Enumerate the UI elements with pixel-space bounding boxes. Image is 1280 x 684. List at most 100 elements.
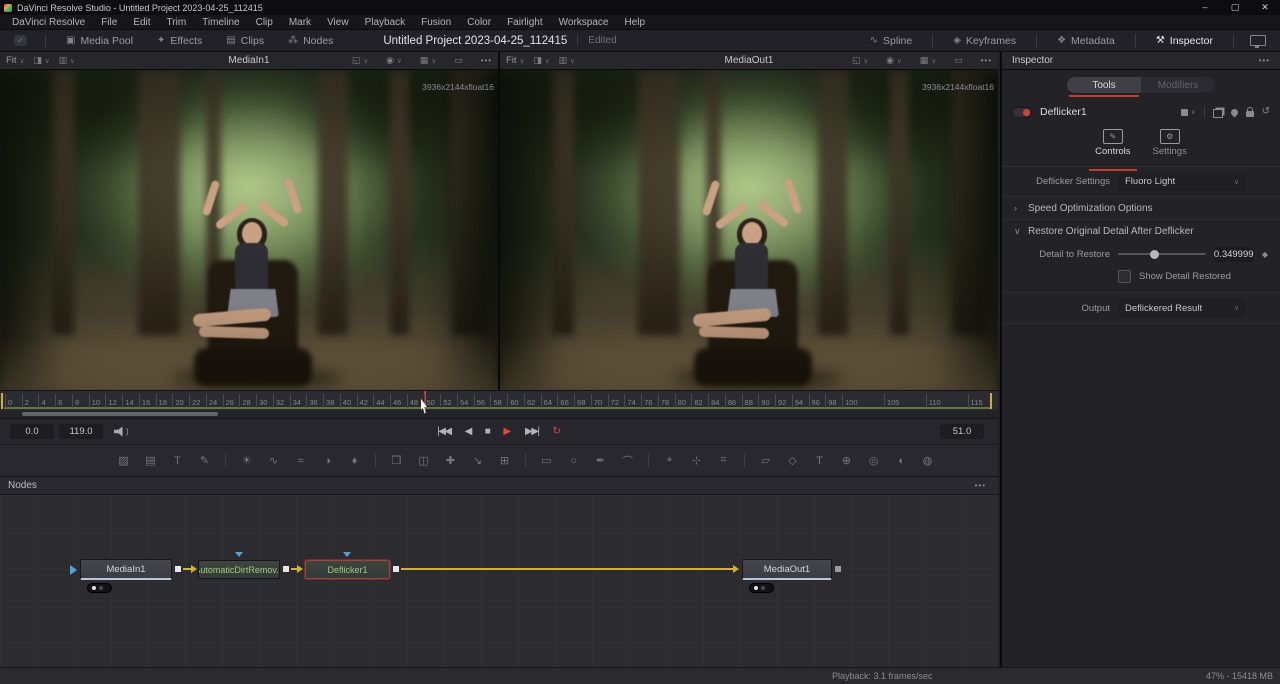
merge-3d-icon[interactable]: ⊕ xyxy=(838,454,855,467)
spline-button[interactable]: ∿ Spline xyxy=(858,30,925,51)
audio-mute-button[interactable] xyxy=(114,426,129,437)
paint-tool-icon[interactable]: ✎ xyxy=(196,454,213,467)
close-button[interactable]: ✕ xyxy=(1250,0,1280,15)
menu-item-help[interactable]: Help xyxy=(616,17,653,28)
crop-tool-icon[interactable]: ⊞ xyxy=(496,454,513,467)
roi-dropdown[interactable]: ◉ ∨ xyxy=(386,55,402,66)
fit-dropdown[interactable]: Fit ∨ xyxy=(6,55,24,66)
camera-tracker-icon[interactable]: ⌗ xyxy=(715,454,732,467)
brightness-contrast-tool-icon[interactable]: ◑ xyxy=(319,455,336,467)
viewer-layout-dropdown[interactable]: ◨ ∨ xyxy=(533,55,549,66)
viewer-layout-dropdown[interactable]: ◨ ∨ xyxy=(33,55,49,66)
guides-dropdown[interactable]: ▦ ∨ xyxy=(420,55,436,66)
menu-item-view[interactable]: View xyxy=(319,17,357,28)
matte-control-tool-icon[interactable]: ◫ xyxy=(415,454,432,467)
lock-icon[interactable] xyxy=(1246,111,1254,117)
nodes-button[interactable]: ⁂ Nodes xyxy=(276,30,345,51)
media-pool-button[interactable]: ▣ Media Pool xyxy=(54,30,145,51)
range-end-field[interactable]: 119.0 xyxy=(59,424,103,439)
spotlight-3d-icon[interactable]: ◖ xyxy=(892,455,909,467)
bspline-mask-icon[interactable]: ⌒ xyxy=(619,453,636,469)
viewer-channel-dropdown[interactable]: ▥ ∨ xyxy=(59,55,75,66)
renderer-3d-icon[interactable]: ◍ xyxy=(919,454,936,467)
node-color-dropdown[interactable]: ∨ xyxy=(1181,108,1196,116)
frame-button[interactable]: ▭ xyxy=(454,55,463,66)
minimize-button[interactable]: – xyxy=(1190,0,1220,15)
node-mediaout1[interactable]: MediaOut1 xyxy=(742,559,832,580)
menu-item-playback[interactable]: Playback xyxy=(357,17,414,28)
menu-item-color[interactable]: Color xyxy=(459,17,499,28)
detail-slider-handle[interactable] xyxy=(1150,250,1159,259)
node-thumbnail-toggle[interactable] xyxy=(749,583,774,593)
play-button[interactable]: ▶ xyxy=(503,426,511,437)
tracker-icon[interactable]: ⌖ xyxy=(661,454,678,467)
menu-item-davinci-resolve[interactable]: DaVinci Resolve xyxy=(4,17,93,28)
menu-item-edit[interactable]: Edit xyxy=(125,17,158,28)
play-reverse-button[interactable]: ◀ xyxy=(465,426,471,437)
viewer-options-button[interactable]: ••• xyxy=(981,56,992,65)
fit-dropdown[interactable]: Fit ∨ xyxy=(506,55,524,66)
image-plane-3d-icon[interactable]: ▱ xyxy=(757,454,774,467)
node-thumbnail-toggle[interactable] xyxy=(87,583,112,593)
tab-settings[interactable]: ⚙ Settings xyxy=(1153,129,1187,166)
timeline-ruler[interactable]: 0246810121416182022242628303234363840424… xyxy=(0,390,998,410)
text-3d-icon[interactable]: T xyxy=(811,455,828,467)
frame-button[interactable]: ▭ xyxy=(954,55,963,66)
pin-icon[interactable] xyxy=(1229,107,1239,117)
hue-curves-tool-icon[interactable]: ≈ xyxy=(292,455,309,467)
keyframe-icon[interactable]: ◆ xyxy=(1262,250,1268,259)
transform-tool-icon[interactable]: ✚ xyxy=(442,454,459,467)
camera-3d-icon[interactable]: ◎ xyxy=(865,454,882,467)
color-corrector-tool-icon[interactable]: ☀ xyxy=(238,454,255,467)
effects-button[interactable]: ✦ Effects xyxy=(145,30,214,51)
node-output-connector[interactable] xyxy=(283,566,289,572)
fast-noise-tool-icon[interactable]: ▤ xyxy=(142,454,159,467)
menu-item-clip[interactable]: Clip xyxy=(248,17,281,28)
node-output-connector[interactable] xyxy=(175,566,181,572)
reset-icon[interactable]: ↺ xyxy=(1262,107,1270,117)
detail-to-restore-value[interactable]: 0.349999 xyxy=(1214,247,1254,262)
inspector-button[interactable]: ⚒ Inspector xyxy=(1144,30,1225,51)
viewer-channel-dropdown[interactable]: ▥ ∨ xyxy=(559,55,575,66)
blur-tool-icon[interactable]: ♦ xyxy=(346,455,363,467)
goto-end-button[interactable]: ▶▶| xyxy=(525,426,538,437)
ellipse-mask-icon[interactable]: ○ xyxy=(565,455,582,467)
text-tool-icon[interactable]: T xyxy=(169,455,186,467)
clean-feed-monitor-icon[interactable] xyxy=(1250,35,1266,46)
roi-dropdown[interactable]: ◉ ∨ xyxy=(886,55,902,66)
menu-item-fusion[interactable]: Fusion xyxy=(413,17,459,28)
menu-item-file[interactable]: File xyxy=(93,17,125,28)
current-frame-field[interactable]: 51.0 xyxy=(940,424,984,439)
clips-button[interactable]: ▤ Clips xyxy=(214,30,276,51)
viewer-options-button[interactable]: ••• xyxy=(481,56,492,65)
stop-button[interactable]: ■ xyxy=(485,426,490,437)
node-output-connector[interactable] xyxy=(835,566,841,572)
metadata-button[interactable]: ❖ Metadata xyxy=(1045,30,1127,51)
timeline-scrollbar[interactable] xyxy=(0,410,998,418)
guides-dropdown[interactable]: ▦ ∨ xyxy=(920,55,936,66)
node-enable-toggle[interactable] xyxy=(1012,107,1032,118)
node-graph[interactable]: MediaIn1 AutomaticDirtRemov... Deflicker… xyxy=(0,494,998,667)
goto-start-button[interactable]: |◀◀ xyxy=(437,426,450,437)
background-tool-icon[interactable]: ▨ xyxy=(115,454,132,467)
viewer-left[interactable]: 3936x2144xfloat16 xyxy=(0,70,498,390)
viewer-right[interactable]: 3936x2144xfloat16 xyxy=(500,70,998,390)
node-deflicker1[interactable]: Deflicker1 xyxy=(305,560,390,579)
range-start-field[interactable]: 0.0 xyxy=(10,424,54,439)
inspector-options-button[interactable]: ••• xyxy=(1259,56,1270,65)
detail-to-restore-slider[interactable] xyxy=(1118,253,1206,255)
shape-3d-icon[interactable]: ◇ xyxy=(784,454,801,467)
nodes-options-button[interactable]: ••• xyxy=(975,481,986,490)
deflicker-settings-dropdown[interactable]: Fluoro Light ∨ xyxy=(1118,173,1246,191)
planar-tracker-icon[interactable]: ⊹ xyxy=(688,454,705,467)
tab-tools[interactable]: Tools xyxy=(1067,77,1141,93)
ui-toggle-icon[interactable]: ✓ xyxy=(14,35,27,46)
keyframes-button[interactable]: ◈ Keyframes xyxy=(941,30,1028,51)
versions-icon[interactable] xyxy=(1213,109,1223,118)
color-curves-tool-icon[interactable]: ∿ xyxy=(265,454,282,467)
loop-button[interactable]: ↻ xyxy=(553,426,561,437)
proxy-dropdown[interactable]: ◱ ∨ xyxy=(852,55,868,66)
menu-item-fairlight[interactable]: Fairlight xyxy=(499,17,551,28)
output-dropdown[interactable]: Deflickered Result ∨ xyxy=(1118,299,1246,317)
merge-tool-icon[interactable]: ❒ xyxy=(388,454,405,467)
